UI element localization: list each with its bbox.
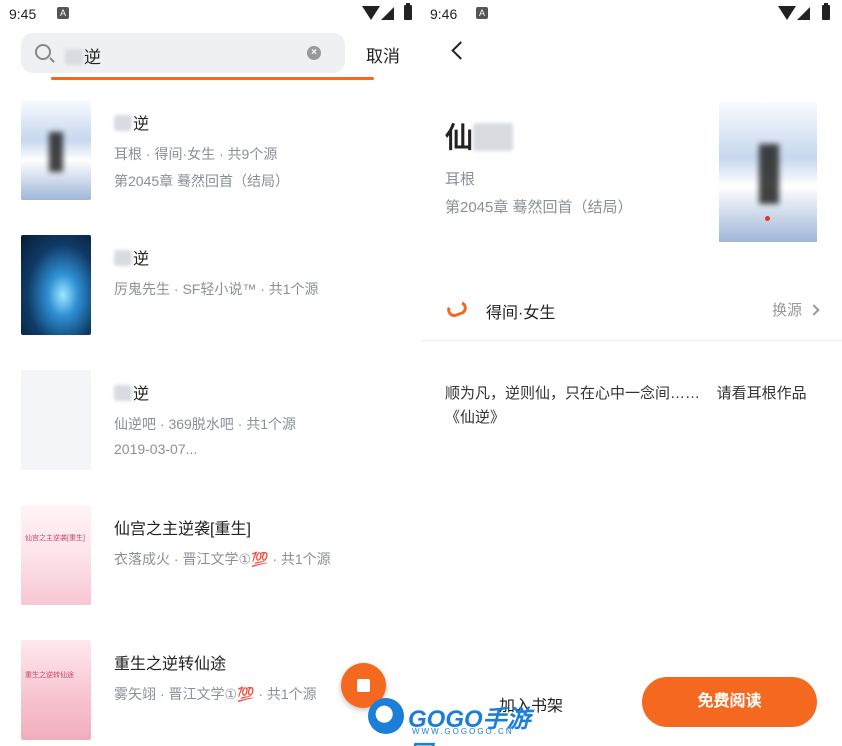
search-input[interactable]: 逆 [65, 43, 101, 68]
source-name: 得间·女生 [486, 305, 556, 322]
book-detail-screen: 9:46 A 仙 耳根 第2045章 蓦然回首（结局） 得间·女生 换源 顺为凡… [421, 0, 842, 746]
clear-icon[interactable]: × [307, 46, 321, 60]
result-title: 重生之逆转仙途 [114, 656, 227, 673]
result-title: 逆 [114, 110, 149, 134]
book-author: 耳根 [445, 171, 476, 188]
result-meta: 仙逆吧 · 369脱水吧 · 共1个源 [114, 416, 297, 432]
search-icon [35, 44, 51, 60]
book-cover [719, 102, 817, 242]
result-title: 逆 [114, 245, 149, 269]
book-cover: 重生之逆转仙途 [21, 640, 91, 740]
source-refresh-icon [445, 299, 469, 319]
status-time: 9:46 [430, 6, 458, 22]
wifi-icon [778, 6, 796, 20]
search-results-screen: 9:45 A 逆 × 取消 逆 耳根 · 得间·女生 · 共9个源 第2045章… [0, 0, 421, 746]
battery-icon [822, 3, 830, 20]
status-bar: 9:45 A [0, 0, 421, 28]
blurred-text [114, 250, 132, 266]
book-cover [21, 235, 91, 335]
book-cover [21, 100, 91, 200]
status-bar: 9:46 A [421, 0, 842, 28]
read-free-button[interactable]: 免费阅读 [642, 677, 817, 727]
notification-a-icon: A [57, 7, 69, 19]
result-meta: 厉鬼先生 · SF轻小说™ · 共1个源 [114, 281, 319, 297]
search-underline [51, 77, 374, 80]
cover-text: 重生之逆转仙途 [25, 672, 74, 679]
result-latest: 第2045章 蓦然回首（结局） [114, 173, 290, 189]
book-title: 仙 [445, 116, 514, 156]
search-result-item[interactable]: 逆 耳根 · 得间·女生 · 共9个源 第2045章 蓦然回首（结局） [0, 100, 421, 210]
search-result-item[interactable]: 逆 厉鬼先生 · SF轻小说™ · 共1个源 [0, 235, 421, 345]
blurred-text [114, 385, 132, 401]
blurred-text [65, 49, 83, 65]
switch-source-button[interactable]: 换源 [772, 299, 820, 320]
blurred-text [473, 123, 514, 151]
latest-chapter: 第2045章 蓦然回首（结局） [445, 199, 633, 216]
signal-icon [797, 7, 810, 20]
notification-a-icon: A [476, 7, 488, 19]
watermark-logo: GOGO手游网 WWW.GOGOGO.CN [368, 696, 538, 746]
result-date: 2019-03-07... [114, 441, 198, 457]
signal-icon [381, 7, 394, 20]
blurred-text [114, 115, 132, 131]
search-result-item[interactable]: 逆 仙逆吧 · 369脱水吧 · 共1个源 2019-03-07... [0, 370, 421, 480]
gogo-logo-icon [368, 698, 404, 734]
back-icon[interactable] [451, 41, 470, 60]
watermark-brand: GOGO手游网 [408, 706, 531, 746]
battery-icon [404, 3, 412, 20]
search-box[interactable]: 逆 × [21, 33, 345, 73]
status-time: 9:45 [9, 6, 37, 22]
divider [421, 340, 842, 341]
search-result-item[interactable]: 仙宫之主逆袭[重生] 仙宫之主逆袭[重生] 衣落成火 · 晋江文学①💯 · 共1… [0, 505, 421, 615]
book-cover-placeholder [21, 370, 91, 470]
watermark-url: WWW.GOGOGO.CN [412, 727, 514, 736]
result-meta: 耳根 · 得间·女生 · 共9个源 [114, 146, 278, 162]
chevron-right-icon [808, 304, 820, 316]
book-description: 顺为凡，逆则仙，只在心中一念间…… 请看耳根作品《仙逆》 [445, 385, 807, 426]
cancel-button[interactable]: 取消 [366, 42, 400, 67]
cover-text: 仙宫之主逆袭[重生] [25, 535, 85, 542]
result-meta: 雾矢翊 · 晋江文学①💯 · 共1个源 [114, 686, 317, 702]
source-row[interactable]: 得间·女生 换源 [421, 285, 842, 333]
result-title: 仙宫之主逆袭[重生] [114, 521, 251, 538]
result-title: 逆 [114, 380, 149, 404]
book-cover: 仙宫之主逆袭[重生] [21, 505, 91, 605]
result-meta: 衣落成火 · 晋江文学①💯 · 共1个源 [114, 551, 331, 567]
wifi-icon [362, 6, 380, 20]
search-query: 逆 [84, 48, 101, 67]
